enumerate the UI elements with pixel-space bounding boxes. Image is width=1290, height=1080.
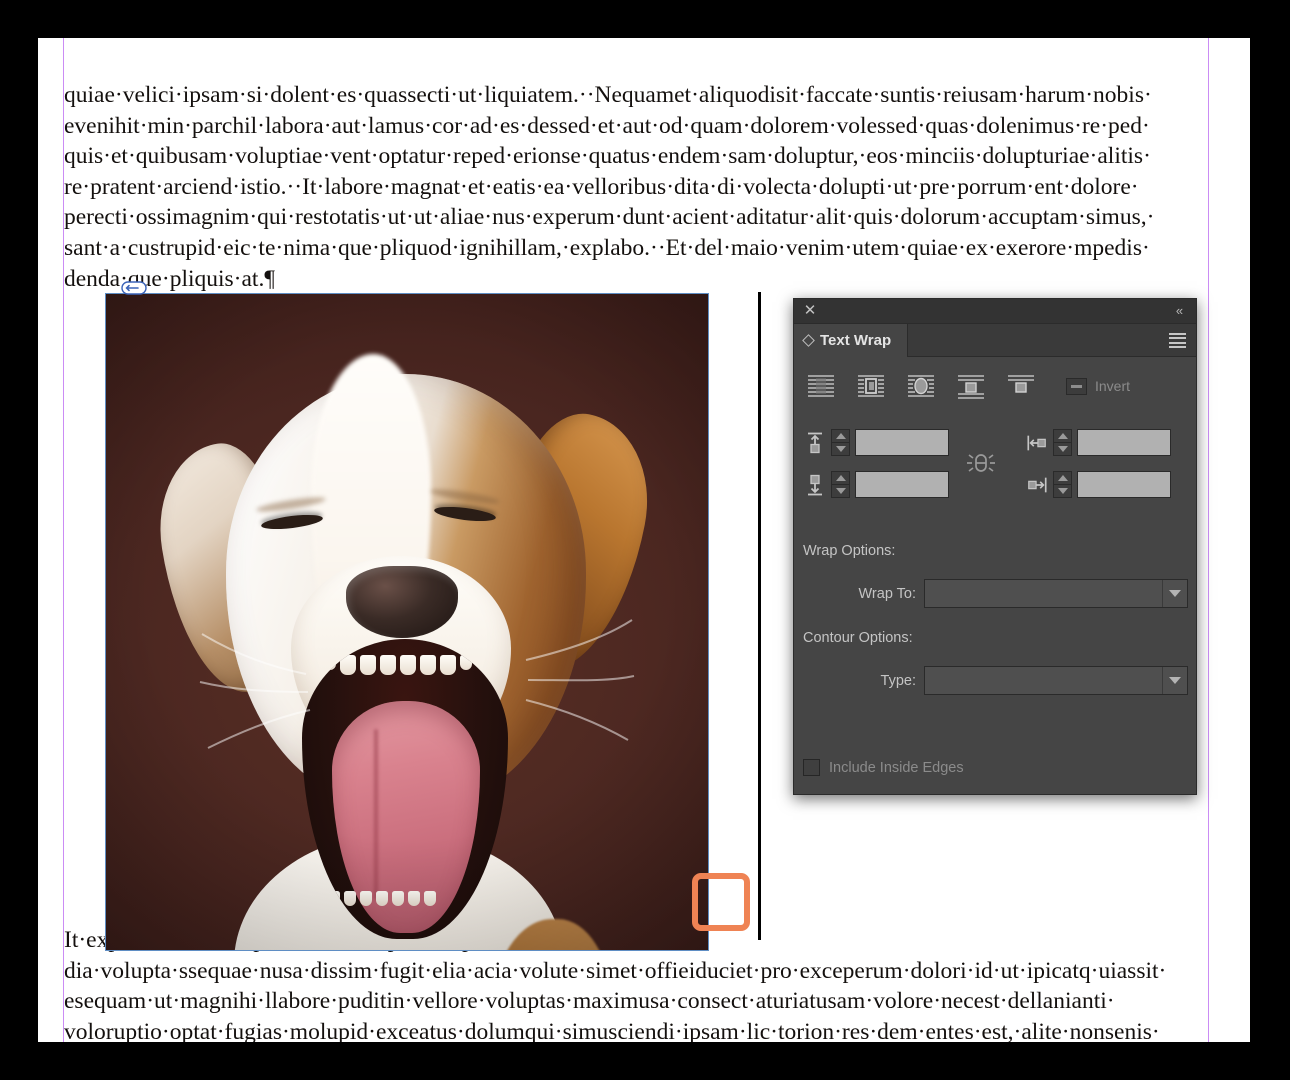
stepper-bottom-up[interactable] xyxy=(832,472,849,485)
text-line: evenihit·min·parchil·labora·aut·lamus·co… xyxy=(64,112,1150,139)
stepper-right[interactable] xyxy=(1053,471,1072,498)
paragraph-top[interactable]: quiae·velici·ipsam·si·dolent·es·quassect… xyxy=(64,80,1154,294)
text-line: esequam·ut·magnihi·llabore·puditin·vello… xyxy=(64,988,1115,1015)
contour-type-label: Type: xyxy=(880,672,916,689)
wrap-mode-object-shape[interactable] xyxy=(904,371,938,401)
text-line: quis·et·quibusam·voluptiae·vent·optatur·… xyxy=(64,143,1151,170)
wrap-mode-bounding-box[interactable] xyxy=(854,371,888,401)
offset-controls xyxy=(794,421,1198,504)
double-chevron-left-icon[interactable]: « xyxy=(1170,302,1188,320)
panel-menu-icon[interactable] xyxy=(1169,333,1186,348)
indesign-workspace: quiae·velici·ipsam·si·dolent·es·quassect… xyxy=(0,0,1290,1080)
invert-checkbox[interactable]: Invert xyxy=(1066,377,1131,395)
offset-bottom-input[interactable] xyxy=(855,471,949,498)
wrap-to-row: Wrap To: xyxy=(794,579,1198,608)
stepper-top-down[interactable] xyxy=(832,443,849,455)
no-text-wrap-icon xyxy=(808,375,834,397)
include-inside-edges-label: Include Inside Edges xyxy=(829,759,964,776)
dog-lower-teeth xyxy=(328,891,436,906)
wrap-to-label: Wrap To: xyxy=(858,585,917,602)
contour-options-heading: Contour Options: xyxy=(803,630,913,646)
close-icon[interactable]: ✕ xyxy=(802,303,818,319)
offset-bottom-row xyxy=(804,471,949,498)
text-line: sant·a·custrupid·eic·te·nima·que·pliquod… xyxy=(64,234,1150,261)
offset-top-icon xyxy=(804,430,826,456)
stepper-left-down[interactable] xyxy=(1054,443,1071,455)
stepper-bottom-down[interactable] xyxy=(832,485,849,497)
text-line: denda·que·pliquis·at.¶ xyxy=(64,265,275,292)
placed-image-frame[interactable] xyxy=(105,293,709,951)
panel-tab-bar: Text Wrap xyxy=(794,324,1196,357)
link-offsets-icon[interactable] xyxy=(960,443,1002,483)
offset-top-row xyxy=(804,429,949,456)
stepper-right-up[interactable] xyxy=(1054,472,1071,485)
wrap-bounding-box-icon xyxy=(858,375,884,397)
tab-text-wrap[interactable]: Text Wrap xyxy=(794,324,909,357)
text-line: dia·volupta·ssequae·nusa·dissim·fugit·el… xyxy=(64,957,1167,984)
jump-object-icon xyxy=(958,375,984,399)
text-line: voloruptio·optat·fugias·molupid·exceatus… xyxy=(64,1018,1160,1042)
checkbox-icon xyxy=(803,759,820,776)
diamond-icon xyxy=(802,334,815,347)
wrap-mode-no-text-wrap[interactable] xyxy=(804,371,838,401)
offset-top-input[interactable] xyxy=(855,429,949,456)
text-line: quiae·velici·ipsam·si·dolent·es·quassect… xyxy=(64,82,1152,108)
wrap-options-heading: Wrap Options: xyxy=(803,543,896,559)
wrap-to-select[interactable] xyxy=(924,579,1188,608)
panel-title: Text Wrap xyxy=(820,332,892,349)
cursor-highlight-annotation xyxy=(692,873,750,931)
chevron-down-icon xyxy=(1162,580,1187,607)
wrap-object-shape-icon xyxy=(908,375,934,397)
offset-left-row xyxy=(1026,429,1171,456)
panel-title-bar: ✕ « xyxy=(794,299,1196,324)
jump-next-column-icon xyxy=(1008,375,1034,393)
anchored-object-icon xyxy=(121,281,147,295)
offset-right-input[interactable] xyxy=(1077,471,1171,498)
wrap-mode-jump-next-column[interactable] xyxy=(1004,371,1038,401)
wrap-mode-jump-object[interactable] xyxy=(954,371,988,401)
stepper-bottom[interactable] xyxy=(831,471,850,498)
offset-bottom-icon xyxy=(804,472,826,498)
stepper-left[interactable] xyxy=(1053,429,1072,456)
stepper-right-down[interactable] xyxy=(1054,485,1071,497)
text-line: re·pratent·arciend·istio.··It·labore·mag… xyxy=(64,173,1139,200)
text-insertion-caret xyxy=(758,292,761,940)
contour-type-row: Type: xyxy=(794,666,1198,695)
wrap-mode-button-group: Invert xyxy=(794,358,1198,414)
include-inside-edges-checkbox[interactable]: Include Inside Edges xyxy=(803,759,964,776)
stepper-top[interactable] xyxy=(831,429,850,456)
text-wrap-panel[interactable]: ✕ « Text Wrap Invert Wrap Options: Wrap … xyxy=(793,298,1197,795)
offset-left-icon xyxy=(1026,430,1048,456)
chevron-down-icon xyxy=(1162,667,1187,694)
offset-right-row xyxy=(1026,471,1171,498)
offset-left-input[interactable] xyxy=(1077,429,1171,456)
dog-whiskers xyxy=(199,619,635,749)
stepper-left-up[interactable] xyxy=(1054,430,1071,443)
text-line: perecti·ossimagnim·qui·restotatis·ut·ut·… xyxy=(64,204,1155,231)
dog-photograph xyxy=(106,294,708,950)
invert-label: Invert xyxy=(1095,378,1131,394)
invert-icon xyxy=(1066,377,1087,395)
stepper-top-up[interactable] xyxy=(832,430,849,443)
contour-type-select[interactable] xyxy=(924,666,1188,695)
offset-right-icon xyxy=(1026,472,1048,498)
